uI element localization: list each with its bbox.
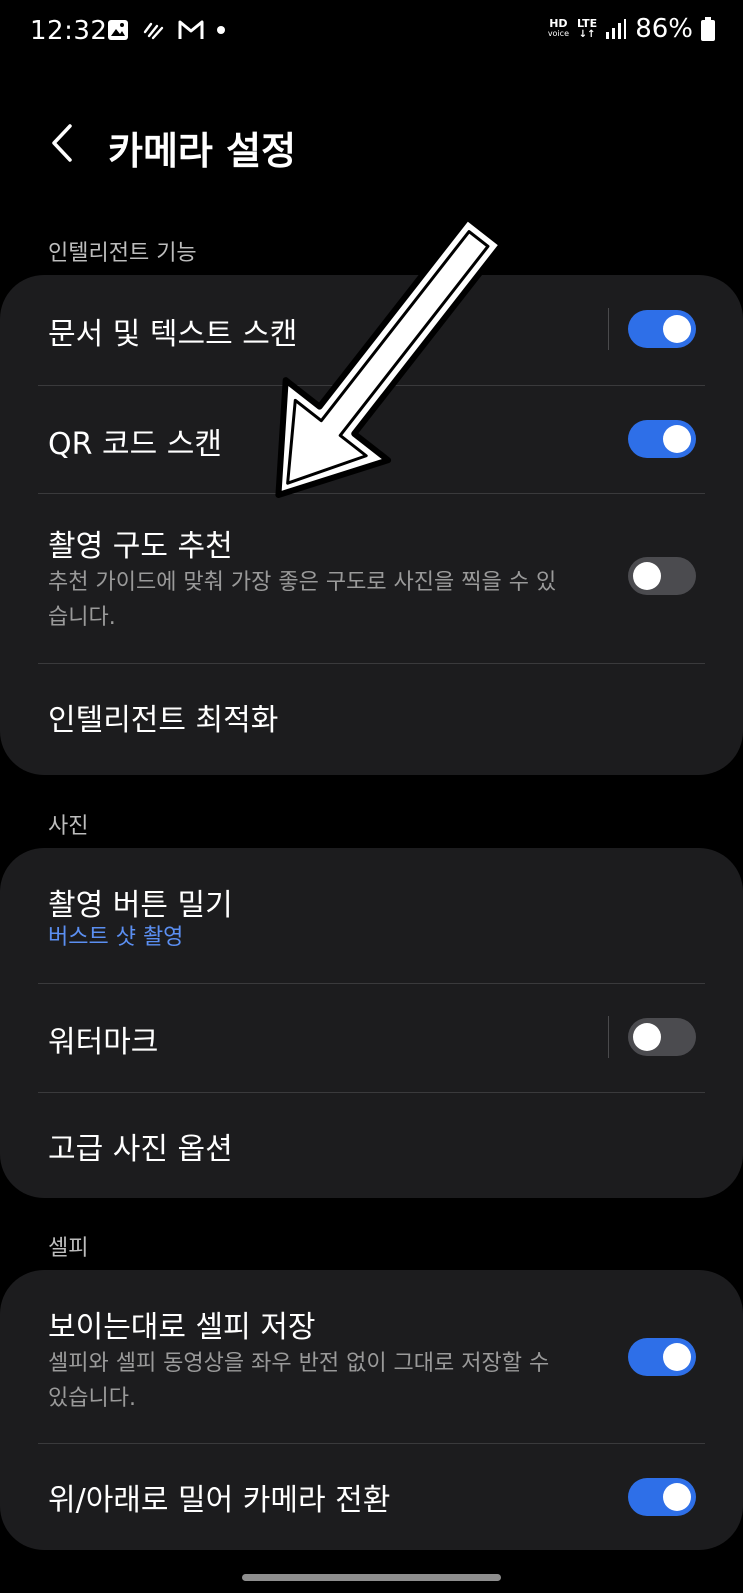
setting-intelligent-optimization[interactable]: 인텔리전트 최적화 <box>0 663 743 775</box>
watermark-toggle[interactable] <box>628 1018 696 1056</box>
toggle-knob <box>663 315 691 343</box>
battery-icon <box>701 17 715 41</box>
home-indicator[interactable] <box>242 1574 501 1581</box>
card-selfie: 보이는대로 셀피 저장 셀피와 셀피 동영상을 좌우 반전 없이 그대로 저장할… <box>0 1270 743 1550</box>
toggle-knob <box>633 1023 661 1051</box>
setting-save-as-previewed-title: 보이는대로 셀피 저장 <box>48 1310 316 1345</box>
more-notifications-dot-icon <box>217 26 225 34</box>
data-arrows-icon: ↓↑ <box>578 29 596 40</box>
qr-scan-toggle[interactable] <box>628 420 696 458</box>
back-arrow-icon[interactable] <box>44 120 84 166</box>
setting-watermark-title: 워터마크 <box>48 1025 159 1060</box>
setting-swipe-shutter-title: 촬영 버튼 밀기 <box>48 888 233 923</box>
setting-save-as-previewed[interactable]: 보이는대로 셀피 저장 셀피와 셀피 동영상을 좌우 반전 없이 그대로 저장할… <box>0 1270 743 1443</box>
save-as-previewed-toggle[interactable] <box>628 1338 696 1376</box>
shot-suggestions-toggle[interactable] <box>628 557 696 595</box>
status-bar: 12:32 HD voice LTE ↓↑ 86% <box>0 0 743 66</box>
setting-watermark[interactable]: 워터마크 <box>0 983 743 1092</box>
setting-qr-scan-title: QR 코드 스캔 <box>48 427 222 462</box>
setting-save-as-previewed-subtitle: 셀피와 셀피 동영상을 좌우 반전 없이 그대로 저장할 수 있습니다. <box>48 1351 550 1411</box>
toggle-separator <box>608 1016 609 1058</box>
toggle-knob <box>633 562 661 590</box>
gmail-icon <box>178 20 204 39</box>
section-label-selfie: 셀피 <box>48 1236 89 1261</box>
toggle-knob <box>663 425 691 453</box>
page-title: 카메라 설정 <box>108 129 297 173</box>
swipe-switch-camera-toggle[interactable] <box>628 1478 696 1516</box>
section-label-photo: 사진 <box>48 814 89 839</box>
setting-swipe-shutter-value: 버스트 샷 촬영 <box>48 925 184 950</box>
app-header: 카메라 설정 <box>0 100 743 190</box>
setting-swipe-switch-camera[interactable]: 위/아래로 밀어 카메라 전환 <box>0 1443 743 1550</box>
hd-voice-icon: HD voice <box>547 17 569 38</box>
status-right: HD voice LTE ↓↑ 86% <box>548 14 715 44</box>
section-label-intelligent: 인텔리전트 기능 <box>48 241 197 266</box>
battery-percent: 86% <box>635 14 693 44</box>
setting-intelligent-optimization-title: 인텔리전트 최적화 <box>48 703 279 738</box>
setting-swipe-switch-camera-title: 위/아래로 밀어 카메라 전환 <box>48 1483 391 1518</box>
notification-icons <box>106 18 226 42</box>
status-time: 12:32 <box>30 16 108 46</box>
signal-icon <box>606 19 627 39</box>
toggle-separator <box>608 308 609 350</box>
lte-icon: LTE ↓↑ <box>576 17 598 40</box>
setting-swipe-shutter[interactable]: 촬영 버튼 밀기 버스트 샷 촬영 <box>0 848 743 983</box>
toggle-knob <box>663 1343 691 1371</box>
setting-shot-suggestions-subtitle: 추천 가이드에 맞춰 가장 좋은 구도로 사진을 찍을 수 있습니다. <box>48 570 557 630</box>
toggle-knob <box>663 1483 691 1511</box>
gallery-icon <box>108 20 128 40</box>
doc-scan-toggle[interactable] <box>628 310 696 348</box>
activity-icon <box>143 22 164 40</box>
setting-advanced-photo-title: 고급 사진 옵션 <box>48 1132 233 1167</box>
annotation-arrow-icon <box>275 214 505 499</box>
setting-advanced-photo[interactable]: 고급 사진 옵션 <box>0 1092 743 1198</box>
setting-shot-suggestions-title: 촬영 구도 추천 <box>48 529 233 564</box>
card-photo: 촬영 버튼 밀기 버스트 샷 촬영 워터마크 고급 사진 옵션 <box>0 848 743 1198</box>
